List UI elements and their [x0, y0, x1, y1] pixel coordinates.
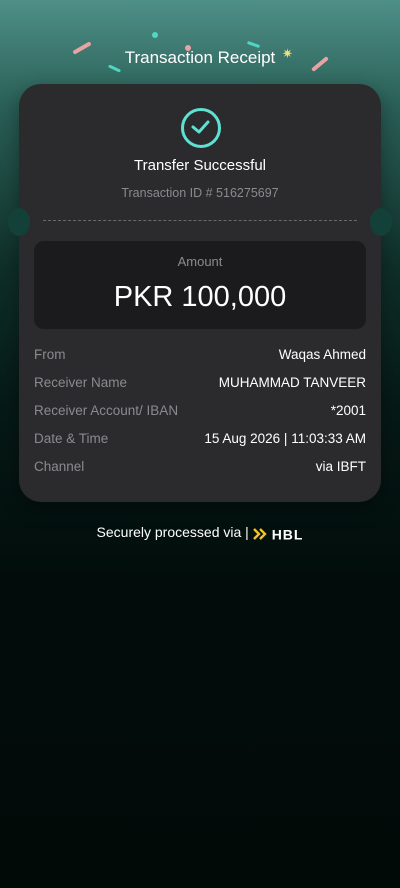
hbl-brand-name: HBL [271, 525, 304, 542]
detail-value: via IBFT [315, 459, 366, 474]
amount-value: PKR 100,000 [113, 281, 287, 313]
detail-value: Waqas Ahmed [278, 347, 366, 362]
detail-row-receiver-account: Receiver Account/ IBAN *2001 [34, 403, 366, 423]
card-notch-right [370, 208, 392, 236]
detail-label: Date & Time [34, 431, 109, 446]
receipt-card: Transfer Successful Transaction ID # 516… [8, 84, 392, 502]
detail-value: MUHAMMAD TANVEER [218, 375, 366, 390]
amount-label: Amount [177, 254, 223, 269]
transaction-id: Transaction ID # 516275697 [121, 186, 279, 200]
hbl-logo-icon [252, 528, 267, 540]
detail-row-date-time: Date & Time 15 Aug 2026 | 11:03:33 AM [34, 431, 366, 451]
detail-row-receiver-name: Receiver Name MUHAMMAD TANVEER [34, 375, 366, 395]
hbl-brand: HBL [252, 525, 304, 542]
detail-value: *2001 [330, 403, 366, 418]
amount-panel: Amount PKR 100,000 [34, 241, 366, 329]
dashed-divider [43, 220, 357, 221]
card-notch-left [8, 208, 30, 236]
page-title: Transaction Receipt [124, 48, 276, 67]
detail-label: Receiver Name [34, 375, 128, 390]
confetti-piece [152, 32, 158, 38]
footer-prefix: Securely processed via | [96, 524, 249, 540]
detail-row-from: From Waqas Ahmed [34, 347, 366, 367]
transfer-status: Transfer Successful [134, 157, 266, 174]
detail-value: 15 Aug 2026 | 11:03:33 AM [204, 431, 366, 446]
detail-label: From [34, 347, 66, 362]
secure-footer: Securely processed via | HBL [0, 524, 400, 542]
detail-label: Channel [34, 459, 85, 474]
detail-label: Receiver Account/ IBAN [34, 403, 179, 418]
check-circle-icon [181, 108, 221, 148]
detail-row-channel: Channel via IBFT [34, 459, 366, 479]
